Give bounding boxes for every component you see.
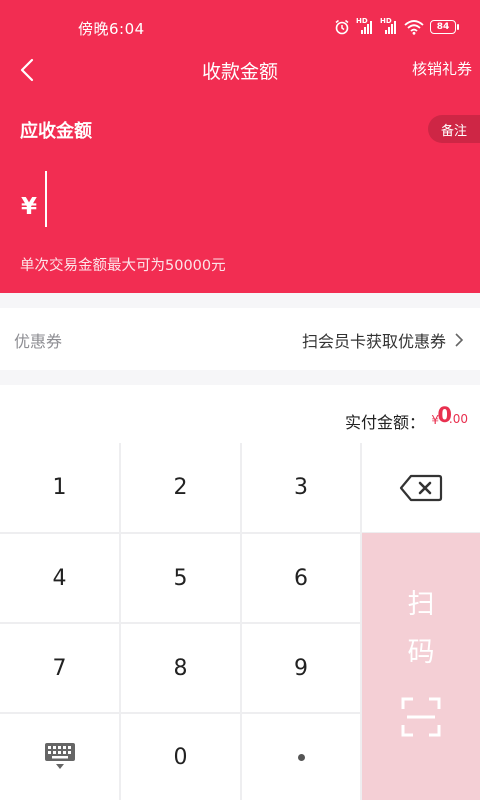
coupon-link-text: 扫会员卡获取优惠券 — [301, 332, 446, 351]
status-icons: HD HD 84 — [334, 16, 459, 38]
battery-icon: 84 — [430, 20, 459, 34]
scan-member-card-link[interactable]: 扫会员卡获取优惠券 — [302, 328, 464, 352]
signal-icon: HD — [356, 17, 374, 34]
keyboard-toggle-key[interactable] — [0, 714, 119, 800]
status-bar: 傍晚6:04 HD HD 84 — [0, 0, 480, 48]
decimal-point-key[interactable] — [242, 714, 360, 800]
coupon-label: 优惠券 — [14, 332, 63, 351]
amount-input-cursor[interactable] — [45, 171, 47, 227]
remark-button[interactable]: 备注 — [428, 115, 480, 143]
key-5[interactable]: 5 — [121, 534, 240, 622]
scan-label-top: 扫 — [407, 589, 435, 620]
battery-level: 84 — [436, 22, 450, 32]
amount-due-label: 应收金额 — [20, 121, 92, 142]
coupon-row[interactable]: 优惠券 扫会员卡获取优惠券 — [0, 308, 480, 370]
key-0[interactable]: 0 — [121, 714, 240, 800]
page-title: 收款金额 — [201, 61, 278, 83]
wifi-icon — [404, 19, 424, 35]
key-7[interactable]: 7 — [0, 624, 119, 712]
actual-payment-row: 实付金额： ¥ 0 .00 — [0, 385, 480, 443]
backspace-icon — [399, 474, 443, 501]
actual-payment-decimal: .00 — [448, 412, 468, 426]
decimal-point-icon — [297, 753, 305, 761]
key-4[interactable]: 4 — [0, 534, 119, 622]
alarm-icon — [335, 19, 349, 35]
scan-code-button[interactable]: 扫 码 — [362, 533, 480, 800]
header: 傍晚6:04 HD HD 84 收款金额 核销礼券 应收金额 备注 ¥ 单次交易… — [0, 0, 480, 293]
key-6[interactable]: 6 — [242, 534, 360, 622]
backspace-key[interactable] — [362, 443, 480, 532]
keyboard-icon — [44, 743, 75, 769]
actual-payment-label: 实付金额： — [344, 413, 425, 432]
chevron-right-icon — [455, 333, 464, 347]
scan-frame-icon — [401, 697, 441, 737]
key-8[interactable]: 8 — [121, 624, 240, 712]
limit-note: 单次交易金额最大可为50000元 — [20, 258, 226, 274]
signal-icon: HD — [380, 17, 398, 34]
key-9[interactable]: 9 — [242, 624, 360, 712]
key-3[interactable]: 3 — [242, 443, 360, 532]
status-time: 傍晚6:04 — [78, 20, 145, 38]
scan-label-bottom: 码 — [407, 637, 435, 668]
numeric-keypad: 1 2 3 4 5 6 7 8 9 0 扫 码 — [0, 443, 480, 800]
amount-currency-symbol: ¥ — [21, 194, 38, 220]
navbar: 收款金额 核销礼券 — [0, 48, 480, 92]
redeem-voucher-link[interactable]: 核销礼券 — [412, 58, 472, 79]
key-1[interactable]: 1 — [0, 443, 119, 532]
key-2[interactable]: 2 — [121, 443, 240, 532]
